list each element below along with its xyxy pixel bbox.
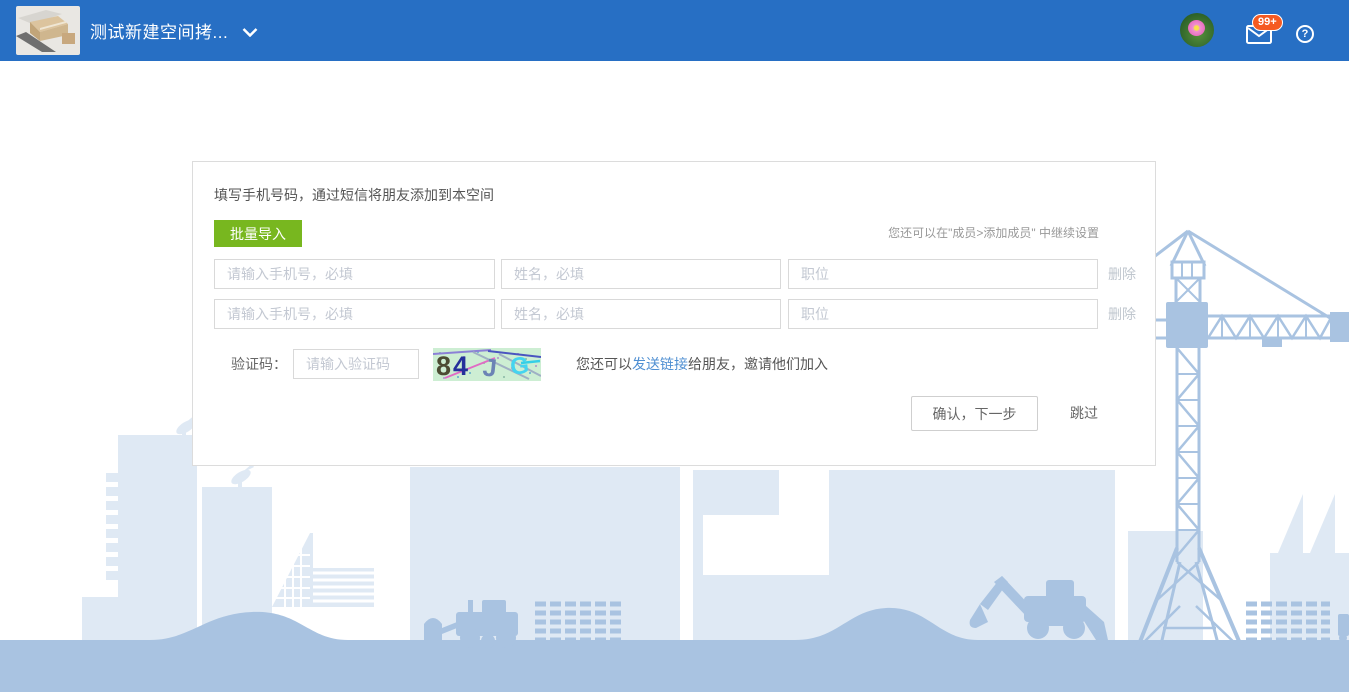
captcha-image[interactable]: 8 4 J G bbox=[433, 348, 541, 381]
settings-hint-text: 您还可以在"成员>添加成员" 中继续设置 bbox=[888, 224, 1099, 241]
question-mark-icon: ? bbox=[1302, 28, 1309, 40]
captcha-char: J bbox=[481, 353, 498, 381]
satellite-dish-icon bbox=[229, 464, 254, 488]
help-button[interactable]: ? bbox=[1296, 25, 1314, 43]
captcha-label: 验证码： bbox=[231, 348, 287, 381]
member-row: 删除 bbox=[193, 299, 1157, 329]
invite-suffix: 给朋友，邀请他们加入 bbox=[688, 356, 828, 372]
invite-prefix: 您还可以 bbox=[576, 356, 632, 372]
card-heading: 填写手机号码，通过短信将朋友添加到本空间 bbox=[214, 185, 494, 205]
avatar-flower-image bbox=[1188, 20, 1205, 36]
chevron-down-icon bbox=[242, 28, 258, 37]
position-input[interactable] bbox=[788, 259, 1098, 289]
building-model-image bbox=[16, 6, 80, 55]
notifications-button[interactable]: 99+ bbox=[1246, 15, 1282, 45]
user-avatar[interactable] bbox=[1180, 13, 1214, 47]
card-actions: 确认，下一步 跳过 bbox=[193, 396, 1157, 431]
captcha-char: 8 bbox=[436, 351, 451, 381]
delete-row-link[interactable]: 删除 bbox=[1108, 259, 1136, 289]
captcha-char: G bbox=[509, 352, 530, 381]
captcha-char: 4 bbox=[453, 351, 468, 381]
name-input[interactable] bbox=[501, 259, 781, 289]
phone-input[interactable] bbox=[214, 259, 495, 289]
name-input[interactable] bbox=[501, 299, 781, 329]
delete-row-link[interactable]: 删除 bbox=[1108, 299, 1136, 329]
member-row: 删除 bbox=[193, 259, 1157, 289]
skip-link[interactable]: 跳过 bbox=[1070, 396, 1098, 431]
add-members-card: 填写手机号码，通过短信将朋友添加到本空间 批量导入 您还可以在"成员>添加成员"… bbox=[192, 161, 1156, 466]
captcha-input[interactable] bbox=[293, 349, 419, 379]
position-input[interactable] bbox=[788, 299, 1098, 329]
page: 测试新建空间拷... 99+ ? 填写手机号码，通过短信将朋友添加到本空间 批量… bbox=[0, 0, 1349, 692]
invite-line: 您还可以发送链接给朋友，邀请他们加入 bbox=[576, 348, 828, 381]
app-header: 测试新建空间拷... 99+ ? bbox=[0, 0, 1349, 61]
confirm-next-button[interactable]: 确认，下一步 bbox=[911, 396, 1038, 431]
batch-import-button[interactable]: 批量导入 bbox=[214, 220, 302, 247]
phone-input[interactable] bbox=[214, 299, 495, 329]
captcha-row: 验证码： bbox=[193, 348, 1157, 381]
send-link[interactable]: 发送链接 bbox=[632, 356, 688, 372]
space-title: 测试新建空间拷... bbox=[90, 18, 228, 43]
notification-badge: 99+ bbox=[1252, 14, 1283, 31]
space-switcher[interactable]: 测试新建空间拷... bbox=[90, 0, 258, 61]
space-logo-image[interactable] bbox=[16, 6, 80, 55]
